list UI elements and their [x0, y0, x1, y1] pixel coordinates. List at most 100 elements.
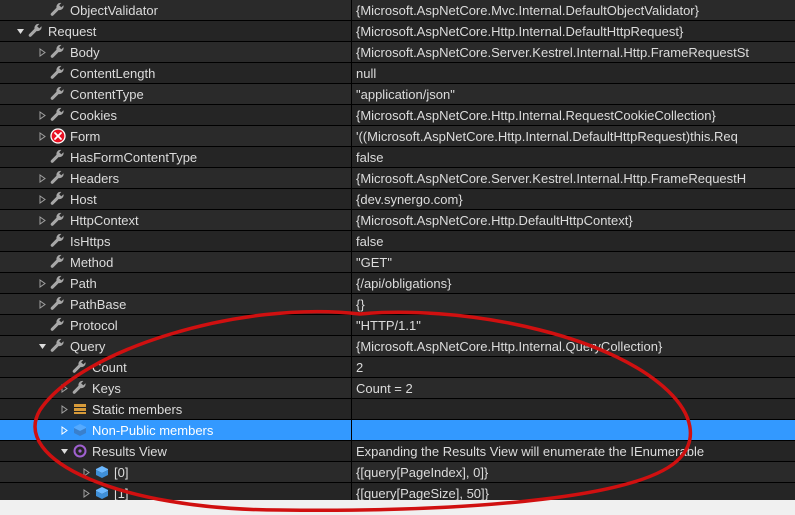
tree-row[interactable]: ContentLengthnull [0, 63, 795, 84]
name-cell[interactable]: HttpContext [0, 210, 352, 230]
value-cell[interactable]: false [352, 231, 795, 251]
tree-row[interactable]: Body{Microsoft.AspNetCore.Server.Kestrel… [0, 42, 795, 63]
expander-collapsed-icon[interactable] [36, 172, 48, 184]
tree-row[interactable]: HttpContext{Microsoft.AspNetCore.Http.De… [0, 210, 795, 231]
name-cell[interactable]: Static members [0, 399, 352, 419]
wrench-icon [50, 212, 66, 228]
name-cell[interactable]: Results View [0, 441, 352, 461]
tree-row[interactable]: Form'((Microsoft.AspNetCore.Http.Interna… [0, 126, 795, 147]
tree-row[interactable]: HasFormContentTypefalse [0, 147, 795, 168]
name-cell[interactable]: Keys [0, 378, 352, 398]
watch-tree-panel[interactable]: ObjectValidator{Microsoft.AspNetCore.Mvc… [0, 0, 795, 504]
name-cell[interactable]: Path [0, 273, 352, 293]
property-value: {[query[PageIndex], 0]} [356, 465, 488, 480]
tree-row[interactable]: IsHttpsfalse [0, 231, 795, 252]
expander-expanded-icon[interactable] [36, 340, 48, 352]
expander-placeholder [36, 88, 48, 100]
value-cell[interactable]: {Microsoft.AspNetCore.Server.Kestrel.Int… [352, 42, 795, 62]
expander-expanded-icon[interactable] [58, 445, 70, 457]
tree-row[interactable]: Protocol"HTTP/1.1" [0, 315, 795, 336]
expander-collapsed-icon[interactable] [36, 214, 48, 226]
value-cell[interactable]: false [352, 147, 795, 167]
value-cell[interactable] [352, 420, 795, 440]
value-cell[interactable]: {dev.synergo.com} [352, 189, 795, 209]
value-cell[interactable]: {Microsoft.AspNetCore.Server.Kestrel.Int… [352, 168, 795, 188]
tree-row[interactable]: ObjectValidator{Microsoft.AspNetCore.Mvc… [0, 0, 795, 21]
name-cell[interactable]: Host [0, 189, 352, 209]
expander-collapsed-icon[interactable] [36, 130, 48, 142]
tree-row[interactable]: Non-Public members [0, 420, 795, 441]
wrench-icon [50, 65, 66, 81]
expander-collapsed-icon[interactable] [58, 403, 70, 415]
property-value: "GET" [356, 255, 392, 270]
tree-row[interactable]: Cookies {Microsoft.AspNetCore.Http.Intern… [0, 105, 795, 126]
expander-collapsed-icon[interactable] [36, 298, 48, 310]
value-cell[interactable]: {Microsoft.AspNetCore.Http.DefaultHttpCo… [352, 210, 795, 230]
wrench-icon [50, 317, 66, 333]
nonpub-icon [72, 422, 88, 438]
tree-row[interactable]: Query {Microsoft.AspNetCore.Http.Internal… [0, 336, 795, 357]
name-cell[interactable]: ObjectValidator [0, 0, 352, 20]
value-cell[interactable]: "application/json" [352, 84, 795, 104]
expander-collapsed-icon[interactable] [58, 382, 70, 394]
tree-row[interactable]: KeysCount = 2 [0, 378, 795, 399]
name-cell[interactable]: ContentLength [0, 63, 352, 83]
value-cell[interactable]: {/api/obligations} [352, 273, 795, 293]
name-cell[interactable]: IsHttps [0, 231, 352, 251]
name-cell[interactable]: Method [0, 252, 352, 272]
tree-row[interactable]: Request{Microsoft.AspNetCore.Http.Intern… [0, 21, 795, 42]
value-cell[interactable]: "GET" [352, 252, 795, 272]
wrench-icon [50, 86, 66, 102]
wrench-icon [72, 380, 88, 396]
value-cell[interactable]: {[query[PageIndex], 0]} [352, 462, 795, 482]
value-cell[interactable]: Expanding the Results View will enumerat… [352, 441, 795, 461]
value-cell[interactable]: {Microsoft.AspNetCore.Mvc.Internal.Defau… [352, 0, 795, 20]
value-cell[interactable]: {} [352, 294, 795, 314]
name-cell[interactable]: Protocol [0, 315, 352, 335]
property-value: {Microsoft.AspNetCore.Http.Internal.Quer… [356, 339, 662, 354]
value-cell[interactable]: {Microsoft.AspNetCore.Http.Internal.Requ… [352, 105, 795, 125]
name-cell[interactable]: Cookies [0, 105, 352, 125]
expander-collapsed-icon[interactable] [58, 424, 70, 436]
expander-collapsed-icon[interactable] [36, 277, 48, 289]
name-cell[interactable]: Body [0, 42, 352, 62]
tree-row[interactable]: [0] {[query[PageIndex], 0]} [0, 462, 795, 483]
property-name: ContentType [70, 87, 144, 102]
expander-collapsed-icon[interactable] [36, 109, 48, 121]
expander-collapsed-icon[interactable] [80, 466, 92, 478]
name-cell[interactable]: Form [0, 126, 352, 146]
name-cell[interactable]: Count [0, 357, 352, 377]
name-cell[interactable]: HasFormContentType [0, 147, 352, 167]
name-cell[interactable]: Query [0, 336, 352, 356]
name-cell[interactable]: Request [0, 21, 352, 41]
value-cell[interactable]: '((Microsoft.AspNetCore.Http.Internal.De… [352, 126, 795, 146]
tree-row[interactable]: Count2 [0, 357, 795, 378]
property-name: Cookies [70, 108, 117, 123]
value-cell[interactable]: {Microsoft.AspNetCore.Http.Internal.Defa… [352, 21, 795, 41]
value-cell[interactable]: 2 [352, 357, 795, 377]
value-cell[interactable]: {Microsoft.AspNetCore.Http.Internal.Quer… [352, 336, 795, 356]
expander-collapsed-icon[interactable] [36, 46, 48, 58]
tree-row[interactable]: Host{dev.synergo.com} [0, 189, 795, 210]
tree-row[interactable]: ContentType "application/json" [0, 84, 795, 105]
expander-expanded-icon[interactable] [14, 25, 26, 37]
tree-row[interactable]: Headers{Microsoft.AspNetCore.Server.Kest… [0, 168, 795, 189]
name-cell[interactable]: ContentType [0, 84, 352, 104]
expander-collapsed-icon[interactable] [80, 487, 92, 499]
tree-row[interactable]: Results View Expanding the Results View w… [0, 441, 795, 462]
tree-row[interactable]: Path {/api/obligations} [0, 273, 795, 294]
name-cell[interactable]: Headers [0, 168, 352, 188]
tree-row[interactable]: PathBase{} [0, 294, 795, 315]
name-cell[interactable]: PathBase [0, 294, 352, 314]
value-cell[interactable]: "HTTP/1.1" [352, 315, 795, 335]
tree-row[interactable]: Method "GET" [0, 252, 795, 273]
name-cell[interactable]: Non-Public members [0, 420, 352, 440]
property-value: Expanding the Results View will enumerat… [356, 444, 704, 459]
tree-row[interactable]: Static members [0, 399, 795, 420]
value-cell[interactable]: Count = 2 [352, 378, 795, 398]
value-cell[interactable]: null [352, 63, 795, 83]
property-name: Path [70, 276, 97, 291]
value-cell[interactable] [352, 399, 795, 419]
name-cell[interactable]: [0] [0, 462, 352, 482]
expander-collapsed-icon[interactable] [36, 193, 48, 205]
